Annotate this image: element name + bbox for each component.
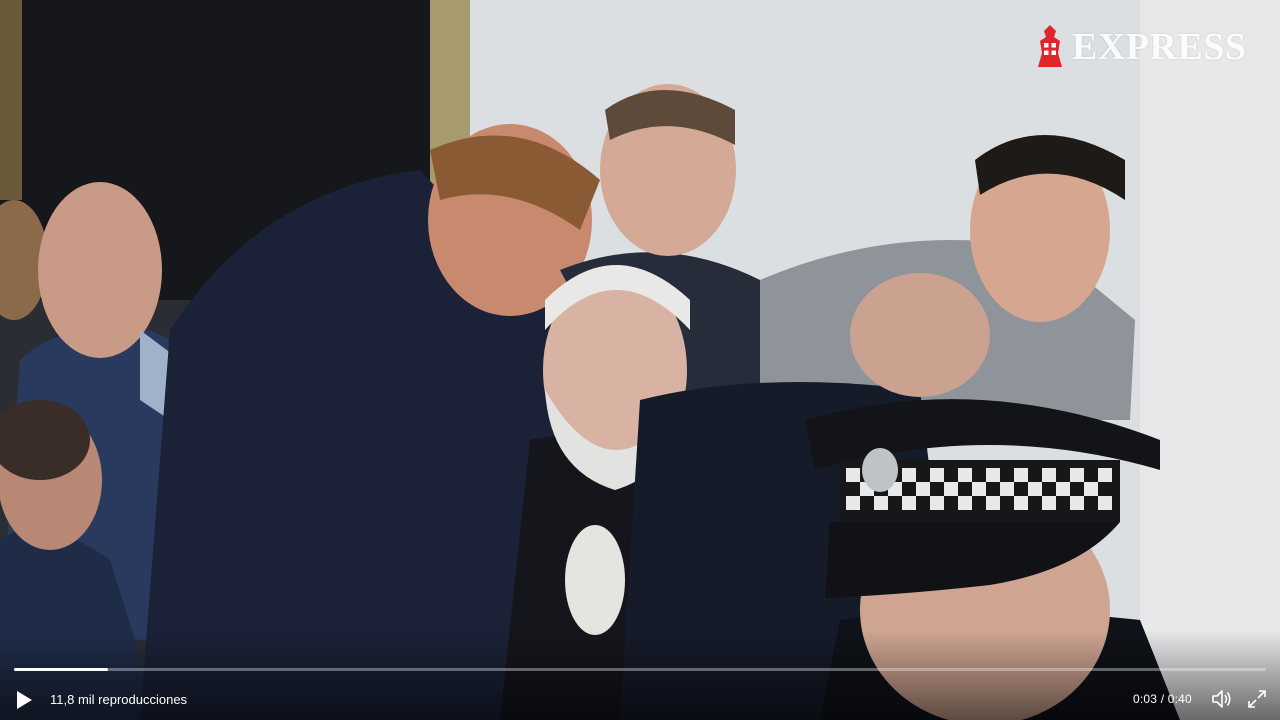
progress-bar[interactable]: [14, 668, 1266, 671]
volume-button[interactable]: [1210, 687, 1234, 711]
time-display: 0:03 / 0:40: [1133, 692, 1192, 706]
controls-bar: 11,8 mil reproducciones 0:03 / 0:40: [0, 684, 1280, 716]
play-icon: [17, 691, 32, 709]
video-frame[interactable]: [0, 0, 1280, 720]
crusader-knight-logo-icon: [1038, 25, 1062, 67]
video-player[interactable]: EXPRESS 11,8 mil reproducciones 0:03 / 0…: [0, 0, 1280, 720]
fullscreen-icon: [1248, 690, 1266, 708]
fullscreen-button[interactable]: [1246, 688, 1268, 710]
play-button[interactable]: [12, 688, 36, 712]
view-count: 11,8 mil reproducciones: [50, 692, 188, 707]
watermark-text: EXPRESS: [1072, 26, 1247, 68]
volume-icon: [1212, 690, 1231, 708]
progress-bar-fill: [14, 668, 108, 671]
express-watermark: EXPRESS: [1034, 22, 1247, 72]
